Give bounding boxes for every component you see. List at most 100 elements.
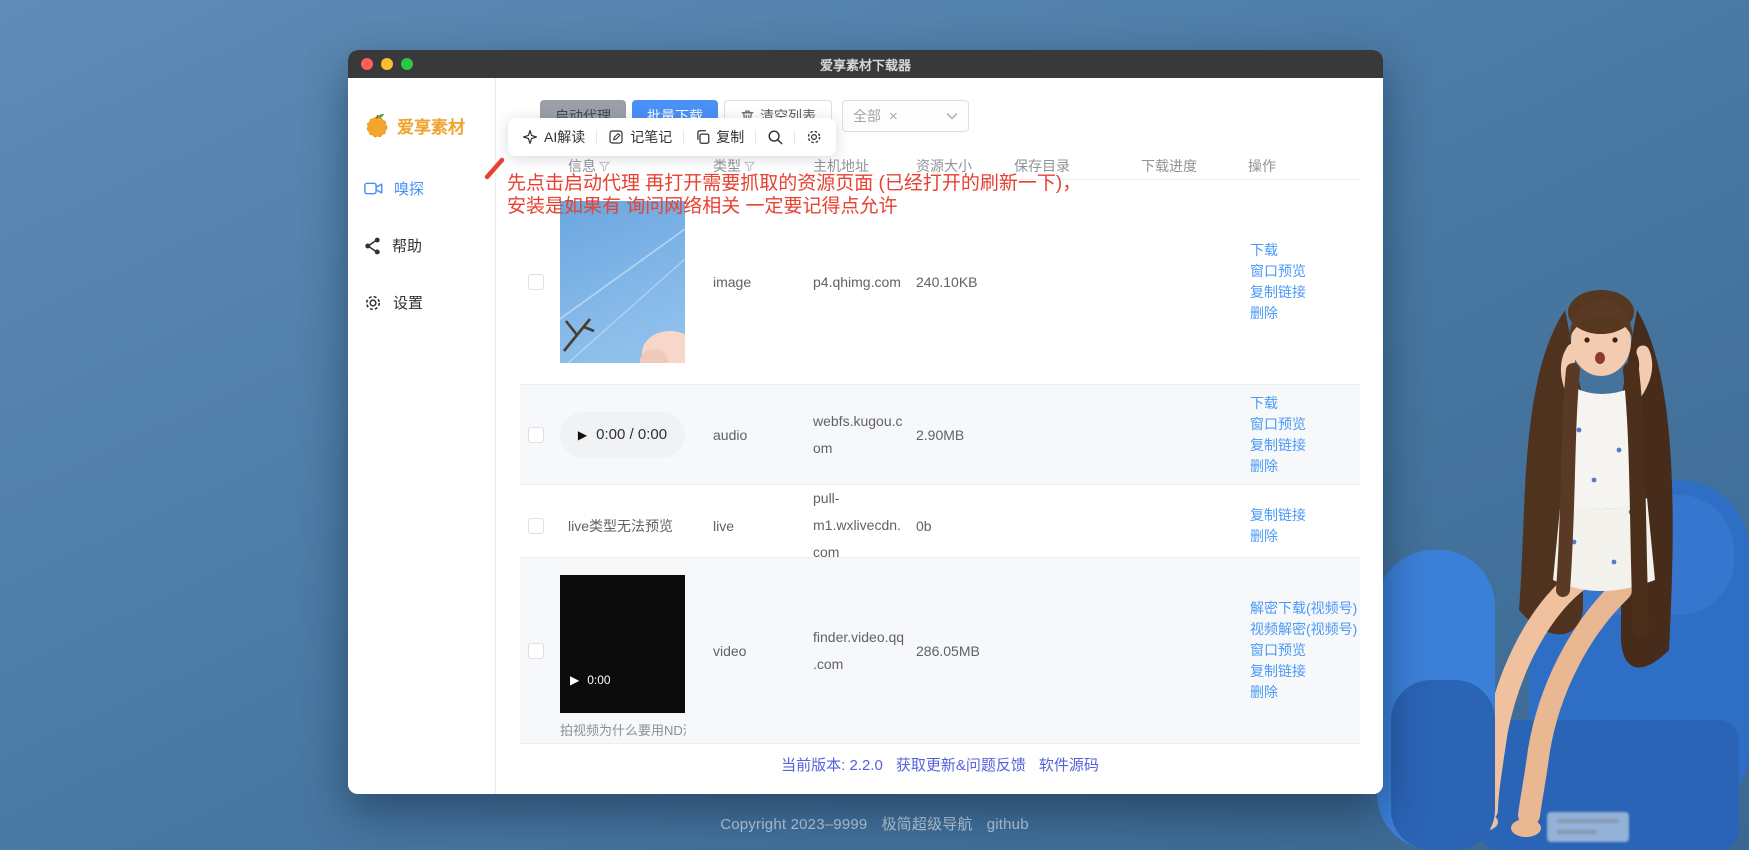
copy-link-link[interactable]: 复制链接: [1250, 436, 1360, 455]
copy-link-link[interactable]: 复制链接: [1250, 283, 1360, 302]
cell-size: 2.90MB: [908, 427, 1006, 443]
cell-type: video: [705, 643, 805, 659]
table-row-image: image p4.qhimg.com 240.10KB 下载 窗口预览 复制链接…: [520, 180, 1360, 385]
copy-button[interactable]: 复制: [695, 127, 744, 147]
window-title: 爱享素材下载器: [348, 55, 1383, 74]
decrypt-download-link[interactable]: 解密下载(视频号): [1250, 599, 1360, 618]
search-button[interactable]: [767, 129, 783, 145]
brand-text: 极简超级导航: [881, 816, 972, 833]
cell-type: audio: [705, 427, 805, 443]
cell-size: 240.10KB: [908, 274, 1006, 290]
sidebar-item-label: 帮助: [392, 235, 422, 256]
cell-actions: 下载 窗口预览 复制链接 删除: [1240, 394, 1360, 476]
sidebar-item-help[interactable]: 帮助: [364, 235, 495, 256]
filter-icon[interactable]: [744, 161, 755, 172]
note-pencil-icon: [608, 129, 624, 145]
character-illustration: [1369, 250, 1749, 850]
chevron-down-icon: [946, 112, 958, 120]
cell-info: live类型无法预览: [560, 516, 705, 536]
ai-sparkle-icon: [522, 129, 538, 145]
header-size: 资源大小: [908, 156, 1006, 176]
share-icon: [364, 237, 381, 255]
video-camera-icon: [364, 180, 383, 197]
sidebar: 爱享素材 嗅探 帮助: [348, 78, 496, 794]
version-text: 当前版本: 2.2.0: [781, 754, 883, 775]
cell-type: live: [705, 518, 805, 534]
delete-link[interactable]: 删除: [1250, 457, 1360, 476]
row-checkbox[interactable]: [528, 427, 544, 443]
app-logo: 爱享素材: [364, 112, 495, 138]
copyright-text: Copyright 2023–9999: [720, 816, 867, 833]
video-player[interactable]: ▶ 0:00: [560, 575, 685, 713]
row-checkbox[interactable]: [528, 274, 544, 290]
resource-table: 信息 类型 主机地址 资源大小 保存目录 下载进度 操作: [520, 156, 1360, 784]
cell-host: webfs.kugou.com: [813, 408, 907, 462]
tangerine-logo-icon: [364, 112, 390, 138]
window-preview-link[interactable]: 窗口预览: [1250, 415, 1360, 434]
clear-filter-icon[interactable]: ×: [889, 108, 898, 125]
delete-link[interactable]: 删除: [1250, 683, 1360, 702]
header-host: 主机地址: [805, 156, 908, 176]
main-content: 启动代理 批量下载 清空列表 全部 ×: [496, 78, 1383, 794]
type-filter-select[interactable]: 全部 ×: [842, 100, 969, 132]
gear-icon: [806, 129, 822, 145]
table-header: 信息 类型 主机地址 资源大小 保存目录 下载进度 操作: [520, 156, 1360, 180]
github-text: github: [987, 816, 1029, 833]
audio-time: 0:00 / 0:00: [596, 426, 667, 443]
update-feedback-link[interactable]: 获取更新&问题反馈: [896, 754, 1026, 775]
copy-link-link[interactable]: 复制链接: [1250, 506, 1360, 525]
download-link[interactable]: 下载: [1250, 394, 1360, 413]
header-info: 信息: [568, 156, 596, 176]
gear-icon: [364, 294, 382, 312]
cell-actions: 解密下载(视频号) 视频解密(视频号) 窗口预览 复制链接 删除: [1240, 599, 1360, 702]
copy-link-link[interactable]: 复制链接: [1250, 662, 1360, 681]
toolbar-settings-button[interactable]: [806, 129, 822, 145]
video-time: 0:00: [587, 673, 610, 687]
desktop-copyright: Copyright 2023–9999 极简超级导航 github: [0, 813, 1749, 834]
play-icon[interactable]: ▶: [570, 673, 579, 687]
header-type: 类型: [713, 156, 741, 176]
app-window: 爱享素材下载器 爱享素材 嗅探: [348, 50, 1383, 794]
sidebar-item-label: 设置: [393, 292, 423, 313]
download-link[interactable]: 下载: [1250, 241, 1360, 260]
source-code-link[interactable]: 软件源码: [1039, 754, 1099, 775]
cell-host: p4.qhimg.com: [813, 269, 907, 296]
sidebar-item-label: 嗅探: [394, 178, 424, 199]
copy-label: 复制: [716, 127, 744, 147]
cell-type: image: [705, 274, 805, 290]
table-row-audio: ▶ 0:00 / 0:00 audio webfs.kugou.com 2.90…: [520, 385, 1360, 485]
header-actions: 操作: [1240, 156, 1360, 176]
window-preview-link[interactable]: 窗口预览: [1250, 262, 1360, 281]
sidebar-item-sniff[interactable]: 嗅探: [364, 178, 495, 199]
cell-host: pull-m1.wxlivecdn.com: [813, 485, 907, 566]
row-checkbox[interactable]: [528, 518, 544, 534]
video-caption: 拍视频为什么要用ND滤: [560, 720, 686, 739]
cell-size: 286.05MB: [908, 643, 1006, 659]
app-logo-label: 爱享素材: [397, 113, 465, 138]
take-notes-label: 记笔记: [630, 127, 672, 147]
cell-host: finder.video.qq.com: [813, 624, 907, 678]
take-notes-button[interactable]: 记笔记: [608, 127, 672, 147]
audio-player[interactable]: ▶ 0:00 / 0:00: [560, 412, 685, 458]
header-progress: 下载进度: [1133, 156, 1240, 176]
copy-icon: [695, 129, 710, 145]
selection-toolbar: AI解读 记笔记 复制: [508, 118, 836, 156]
ai-interpret-button[interactable]: AI解读: [522, 127, 585, 147]
image-thumbnail[interactable]: [560, 201, 685, 363]
sidebar-item-settings[interactable]: 设置: [364, 292, 495, 313]
row-checkbox[interactable]: [528, 643, 544, 659]
table-row-video: ▶ 0:00 拍视频为什么要用ND滤 video finder.video.qq…: [520, 558, 1360, 744]
sidebar-nav: 嗅探 帮助 设置: [364, 178, 495, 313]
window-preview-link[interactable]: 窗口预览: [1250, 641, 1360, 660]
video-decrypt-link[interactable]: 视频解密(视频号): [1250, 620, 1360, 639]
type-filter-value: 全部: [853, 106, 881, 126]
delete-link[interactable]: 删除: [1250, 304, 1360, 323]
filter-icon[interactable]: [599, 161, 610, 172]
search-icon: [767, 129, 783, 145]
delete-link[interactable]: 删除: [1250, 527, 1360, 546]
table-footer: 当前版本: 2.2.0 获取更新&问题反馈 软件源码: [520, 744, 1360, 784]
play-icon[interactable]: ▶: [578, 428, 587, 442]
cell-actions: 复制链接 删除: [1240, 506, 1360, 546]
header-save-dir: 保存目录: [1006, 156, 1133, 176]
ai-interpret-label: AI解读: [544, 127, 585, 147]
